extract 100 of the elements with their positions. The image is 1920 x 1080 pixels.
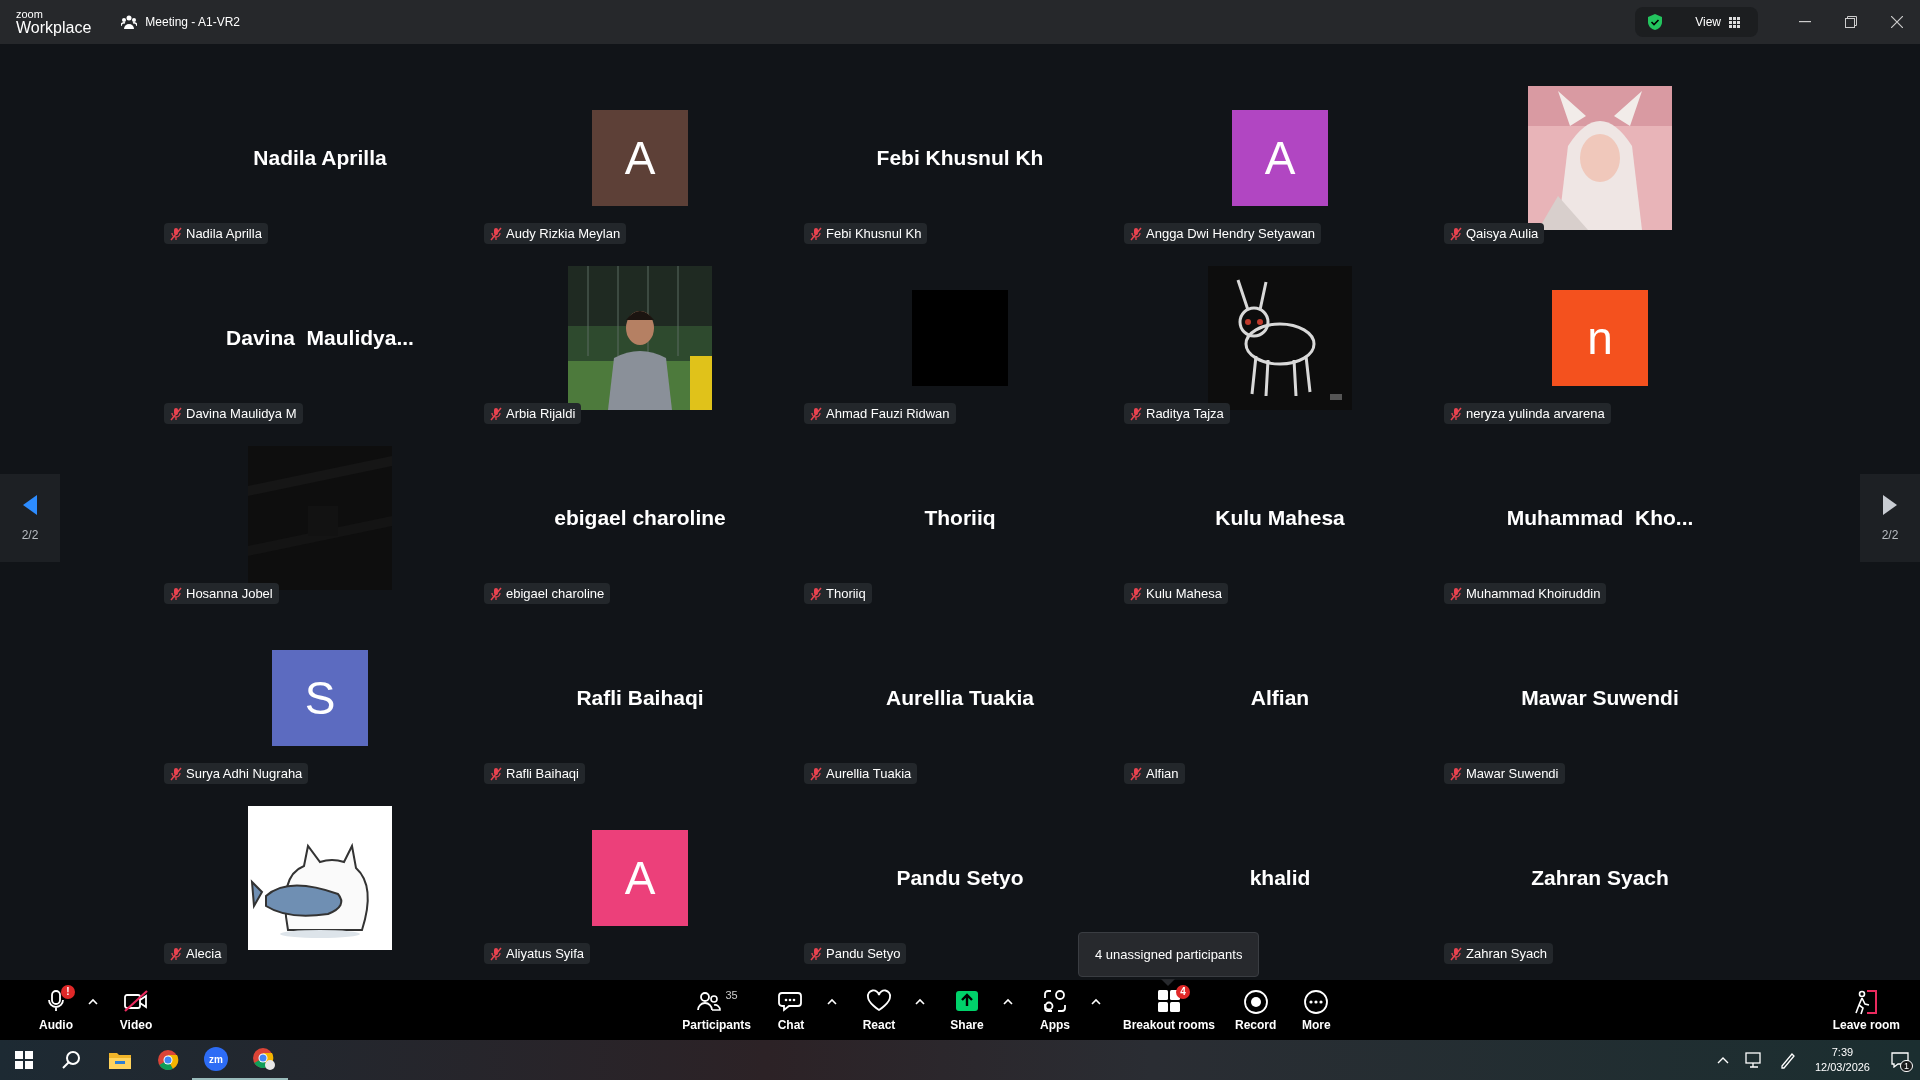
- page-label: 2/2: [1881, 528, 1899, 542]
- participant-name: Nadila Aprilla: [253, 146, 387, 170]
- more-icon: [1303, 988, 1330, 1015]
- caret-icon[interactable]: [1716, 1056, 1729, 1064]
- alert-badge: 4: [1176, 984, 1190, 999]
- caret-icon[interactable]: [915, 997, 925, 1005]
- name-label: Pandu Setyo: [826, 946, 901, 961]
- name-label: ebigael charoline: [506, 586, 605, 601]
- participant-name: Zahran Syach: [1531, 866, 1669, 890]
- name-label: Surya Adhi Nugraha: [186, 766, 303, 781]
- muted-microphone-icon: [810, 946, 822, 961]
- monitor-icon[interactable]: [1744, 1052, 1763, 1068]
- name-label: Alfian: [1146, 766, 1179, 781]
- name-label: Angga Dwi Hendry Setyawan: [1146, 226, 1316, 241]
- name-label: Mawar Suwendi: [1466, 766, 1559, 781]
- restore-icon: [1845, 16, 1857, 28]
- name-label: Nadila Aprilla: [186, 226, 262, 241]
- more-button[interactable]: More: [1288, 984, 1345, 1036]
- tooltip-pointer: [1161, 979, 1175, 986]
- participant-name: khalid: [1249, 866, 1311, 890]
- browser-icon: [157, 1049, 179, 1071]
- avatar: n: [1552, 290, 1648, 386]
- muted-microphone-icon: [170, 586, 182, 601]
- name-label: Thoriiq: [826, 586, 866, 601]
- muted-microphone-icon: [1130, 226, 1142, 241]
- share-button[interactable]: Share: [939, 984, 995, 1036]
- muted-microphone-icon: [490, 586, 502, 601]
- audio-button[interactable]: ! Audio: [28, 984, 84, 1036]
- muted-microphone-icon: [1130, 406, 1142, 421]
- name-label: Zahran Syach: [1466, 946, 1547, 961]
- camera-off-icon: [122, 988, 150, 1013]
- muted-microphone-icon: [810, 586, 822, 601]
- search-icon: [62, 1050, 82, 1070]
- participant-name: Kulu Mahesa: [1215, 506, 1345, 530]
- name-label: Kulu Mahesa: [1146, 586, 1222, 601]
- muted-microphone-icon: [810, 406, 822, 421]
- participant-name: Rafli Baihaqi: [576, 686, 704, 710]
- caret-icon[interactable]: [1003, 997, 1013, 1005]
- apps-icon: [1042, 988, 1068, 1013]
- muted-microphone-icon: [1450, 406, 1462, 421]
- muted-microphone-icon: [490, 766, 502, 781]
- record-button[interactable]: Record: [1227, 984, 1285, 1036]
- muted-microphone-icon: [170, 406, 182, 421]
- leave-button[interactable]: Leave room: [1824, 984, 1908, 1036]
- participant-name: Pandu Setyo: [896, 866, 1024, 890]
- message-icon: [1891, 1052, 1909, 1068]
- participant-name: Mawar Suwendi: [1521, 686, 1679, 710]
- name-label: Davina Maulidya M: [186, 406, 297, 421]
- participant-count: 35: [725, 988, 738, 1001]
- participant-name: Aurellia Tuakia: [886, 686, 1034, 710]
- participants-button[interactable]: 35 Participants: [674, 984, 759, 1036]
- pen-icon[interactable]: [1778, 1051, 1797, 1069]
- muted-microphone-icon: [1450, 946, 1462, 961]
- microphone-icon: [45, 988, 67, 1013]
- name-label: Ahmad Fauzi Ridwan: [826, 406, 950, 421]
- apps-button[interactable]: Apps: [1027, 984, 1083, 1036]
- muted-microphone-icon: [1450, 226, 1462, 241]
- muted-microphone-icon: [1130, 766, 1142, 781]
- muted-microphone-icon: [1450, 586, 1462, 601]
- tooltip: 4 unassigned participants: [1078, 932, 1260, 977]
- share-icon: [954, 988, 980, 1013]
- name-label: neryza yulinda arvarena: [1466, 406, 1605, 421]
- name-label: Qaisya Aulia: [1466, 226, 1539, 241]
- alert-badge: !: [61, 984, 75, 999]
- name-label: Arbia Rijaldi: [506, 406, 576, 421]
- participant-name: ebigael charoline: [554, 506, 726, 530]
- participant-name: Davina Maulidya...: [226, 326, 414, 350]
- zoom-app-button[interactable]: zm: [192, 1040, 240, 1080]
- caret-icon[interactable]: [1091, 997, 1101, 1005]
- page-label: 2/2: [21, 528, 39, 542]
- grid-icon: [1729, 16, 1740, 28]
- muted-microphone-icon: [810, 226, 822, 241]
- participant-name: Alfian: [1250, 686, 1310, 710]
- muted-microphone-icon: [1130, 586, 1142, 601]
- name-label: Raditya Tajza: [1146, 406, 1224, 421]
- avatar: A: [592, 830, 688, 926]
- name-label: Aliyatus Syifa: [506, 946, 585, 961]
- video-button[interactable]: Video: [108, 984, 164, 1036]
- name-label: Alecia: [186, 946, 222, 961]
- caret-icon[interactable]: [88, 997, 98, 1005]
- shield-check-icon: [1647, 13, 1664, 31]
- participant-name: Muhammad Kho...: [1506, 506, 1694, 530]
- breakout-button[interactable]: 4 Breakout rooms: [1115, 984, 1223, 1036]
- minimize-icon: [1799, 21, 1811, 23]
- page-button[interactable]: 2/2: [0, 474, 60, 562]
- windows-logo-icon: [15, 1051, 33, 1069]
- clock[interactable]: 7:39 12/03/2026: [1814, 1045, 1870, 1075]
- muted-microphone-icon: [1450, 766, 1462, 781]
- react-button[interactable]: React: [851, 984, 907, 1036]
- muted-microphone-icon: [490, 406, 502, 421]
- browser-icon: [252, 1047, 276, 1071]
- muted-microphone-icon: [810, 766, 822, 781]
- chat-button[interactable]: Chat: [763, 984, 819, 1036]
- muted-microphone-icon: [170, 946, 182, 961]
- heart-icon: [866, 988, 892, 1013]
- name-label: Hosanna Jobel: [186, 586, 273, 601]
- name-label: Febi Khusnul Kh: [826, 226, 922, 241]
- name-label: Aurellia Tuakia: [826, 766, 912, 781]
- notification-button[interactable]: 1: [1880, 1040, 1920, 1080]
- caret-icon[interactable]: [827, 997, 837, 1005]
